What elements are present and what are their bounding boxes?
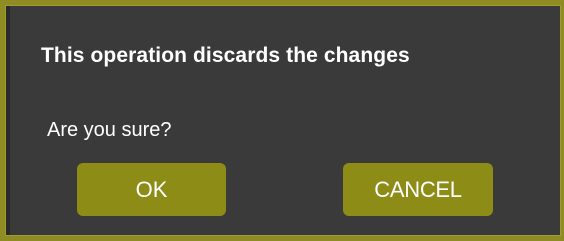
cancel-button[interactable]: CANCEL (343, 163, 493, 216)
ok-button[interactable]: OK (77, 163, 226, 216)
dialog-title: This operation discards the changes (41, 44, 410, 67)
dialog-message: Are you sure? (47, 119, 172, 141)
dialog-backdrop: This operation discards the changes Are … (0, 0, 564, 241)
dialog-edge (6, 6, 10, 235)
